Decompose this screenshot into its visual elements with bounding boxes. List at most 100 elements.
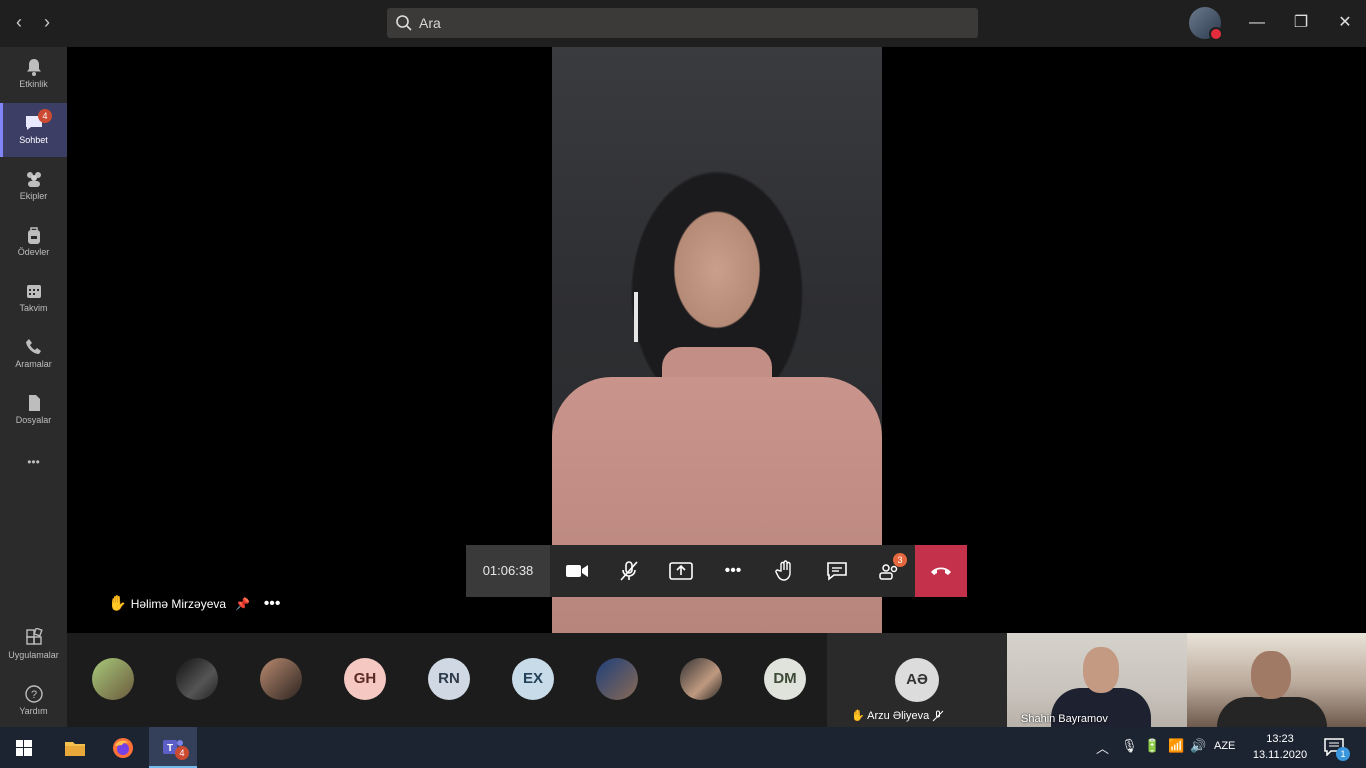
- mic-off-icon: [620, 561, 638, 581]
- search-input[interactable]: Ara: [387, 8, 978, 38]
- teams-icon: [26, 172, 41, 187]
- rail-label: Uygulamalar: [8, 650, 59, 660]
- participant-initials-avatar[interactable]: RN: [428, 658, 470, 700]
- microphone-tray-icon[interactable]: 🎙: [1121, 738, 1138, 754]
- file-explorer-icon[interactable]: [51, 727, 99, 768]
- rail-label: Ödevler: [17, 247, 50, 257]
- search-icon: [396, 15, 412, 31]
- chat-button[interactable]: [811, 545, 863, 597]
- video-subject-body: [1217, 697, 1327, 727]
- wifi-icon[interactable]: 📶: [1168, 738, 1184, 754]
- participant-initials-avatar[interactable]: EX: [512, 658, 554, 700]
- rail-label: Ekipler: [19, 191, 48, 201]
- teams-taskbar-badge: 4: [175, 746, 189, 760]
- close-icon[interactable]: ✕: [1322, 8, 1366, 38]
- mic-off-icon: [932, 710, 944, 722]
- stage-participant-label: ✋ Həlimə Mirzəyeva 📌 •••: [108, 594, 281, 613]
- teams-taskbar-icon[interactable]: T 4: [149, 727, 197, 768]
- hang-up-button[interactable]: [915, 545, 967, 597]
- share-screen-icon: [669, 562, 693, 580]
- taskbar-clock[interactable]: 13:23 13.11.2020: [1244, 731, 1316, 763]
- rail-label: Sohbet: [19, 135, 48, 145]
- rail-item-activity[interactable]: Etkinlik: [0, 47, 67, 101]
- file-icon: [28, 395, 40, 411]
- camera-icon: [566, 565, 588, 577]
- apps-icon: [25, 628, 43, 645]
- chat-bubble-icon: [827, 562, 847, 581]
- firefox-icon[interactable]: [99, 727, 147, 768]
- search-placeholder: Ara: [419, 15, 441, 31]
- svg-text:?: ?: [30, 689, 36, 701]
- participant-initials-avatar[interactable]: GH: [344, 658, 386, 700]
- bell-icon: [26, 59, 41, 76]
- call-timer: 01:06:38: [466, 545, 550, 597]
- rail-item-teams[interactable]: Ekipler: [0, 159, 67, 213]
- participants-button[interactable]: 3: [863, 545, 915, 597]
- show-hidden-icons-chevron-icon[interactable]: ︿: [1096, 738, 1109, 757]
- calendar-icon: [26, 285, 41, 298]
- battery-icon[interactable]: 🔋: [1144, 738, 1160, 754]
- participant-avatar[interactable]: [176, 658, 218, 700]
- minimize-icon[interactable]: —: [1234, 8, 1280, 38]
- participant-name: Shahin Bayramov: [1021, 713, 1108, 725]
- mute-button[interactable]: [603, 545, 655, 597]
- maximize-icon[interactable]: ❐: [1278, 8, 1324, 38]
- pin-icon[interactable]: 📌: [235, 597, 250, 611]
- stage-participant-name: Həlimə Mirzəyeva: [130, 597, 227, 611]
- rail-item-chat[interactable]: 4 Sohbet: [0, 103, 67, 157]
- rail-label: Takvim: [19, 303, 48, 313]
- clock-date: 13.11.2020: [1252, 749, 1308, 761]
- rail-item-calendar[interactable]: Takvim: [0, 271, 67, 325]
- rail-item-apps[interactable]: Uygulamalar: [0, 618, 67, 672]
- video-subject-head: [1083, 647, 1119, 693]
- participant-initials-avatar[interactable]: DM: [764, 658, 806, 700]
- hand-icon: [775, 560, 791, 581]
- more-options-icon[interactable]: •••: [264, 595, 281, 612]
- windows-start-icon[interactable]: [0, 727, 48, 768]
- chat-badge: 4: [38, 109, 52, 123]
- more-apps-icon[interactable]: •••: [0, 455, 67, 469]
- raised-hand-icon: ✋: [851, 710, 865, 722]
- participant-video-shahin[interactable]: Shahin Bayramov: [1007, 633, 1187, 727]
- profile-avatar[interactable]: [1189, 7, 1223, 41]
- notifications-button[interactable]: 1: [1320, 735, 1350, 761]
- svg-text:T: T: [167, 743, 173, 754]
- help-icon: ?: [24, 685, 43, 703]
- raise-hand-button[interactable]: [759, 545, 811, 597]
- input-language[interactable]: AZE: [1214, 740, 1235, 752]
- status-busy-dot: [1209, 27, 1223, 41]
- hang-up-icon: [931, 567, 951, 575]
- volume-icon[interactable]: 🔊: [1190, 738, 1206, 754]
- participant-avatar[interactable]: [92, 658, 134, 700]
- notification-badge: 1: [1336, 747, 1350, 761]
- participant-avatar[interactable]: [680, 658, 722, 700]
- forward-arrow-icon[interactable]: ›: [36, 10, 58, 34]
- rail-item-files[interactable]: Dosyalar: [0, 383, 67, 437]
- participant-tile-arzu[interactable]: AƏ ✋ Arzu Əliyeva: [827, 633, 1007, 727]
- windows-taskbar: [0, 727, 1366, 768]
- rail-item-help[interactable]: ? Yardım: [0, 674, 67, 728]
- participant-video-feed[interactable]: [1187, 633, 1366, 727]
- participant-initials-avatar: AƏ: [895, 658, 939, 702]
- backpack-icon: [27, 227, 40, 244]
- raised-hand-icon: ✋: [108, 595, 127, 612]
- rail-label: Etkinlik: [19, 79, 48, 89]
- video-subject-earring: [634, 292, 638, 342]
- clock-time: 13:23: [1266, 733, 1294, 745]
- rail-item-assignments[interactable]: Ödevler: [0, 215, 67, 269]
- camera-button[interactable]: [551, 545, 603, 597]
- participant-avatar[interactable]: [596, 658, 638, 700]
- participant-name: Arzu Əliyeva: [867, 710, 930, 722]
- rail-label: Yardım: [19, 706, 48, 716]
- rail-label: Dosyalar: [15, 415, 52, 425]
- rail-item-calls[interactable]: Aramalar: [0, 327, 67, 381]
- rail-label: Aramalar: [15, 359, 52, 369]
- phone-icon: [25, 339, 41, 354]
- share-screen-button[interactable]: [655, 545, 707, 597]
- participant-avatar[interactable]: [260, 658, 302, 700]
- more-actions-icon[interactable]: •••: [707, 545, 759, 597]
- participants-badge: 3: [893, 553, 907, 567]
- video-subject-head: [1251, 651, 1291, 699]
- participant-tile-label: ✋ Arzu Əliyeva: [851, 709, 944, 722]
- back-arrow-icon[interactable]: ‹: [8, 10, 30, 34]
